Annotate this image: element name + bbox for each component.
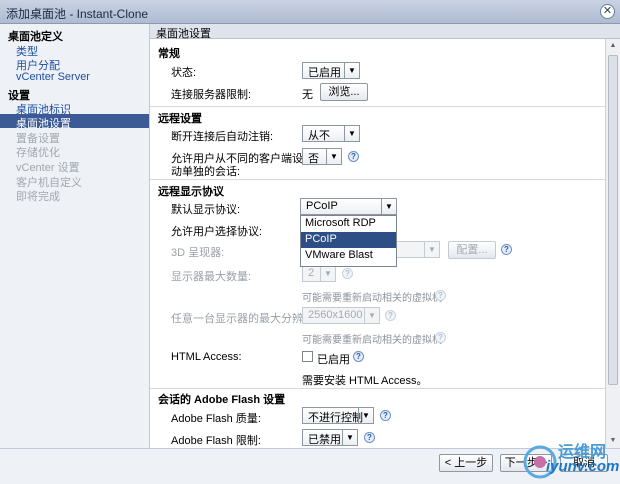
divider: [150, 388, 605, 389]
divider: [150, 106, 605, 107]
restart-note: 可能需要重新启动相关的虚拟机: [302, 293, 442, 304]
flash-quality-label: Adobe Flash 质量:: [171, 413, 261, 425]
protocol-option-rdp[interactable]: Microsoft RDP: [301, 216, 396, 232]
configure-button: 配置...: [448, 241, 496, 259]
chevron-down-icon: ▼: [381, 199, 396, 214]
chevron-down-icon: ▼: [344, 126, 359, 141]
scroll-up-icon[interactable]: ▲: [606, 39, 620, 53]
section-general: 常规: [158, 48, 180, 60]
state-label: 状态:: [171, 67, 197, 79]
close-icon[interactable]: ✕: [600, 4, 615, 19]
flash-throttle-label: Adobe Flash 限制:: [171, 435, 261, 447]
html-access-label: HTML Access:: [171, 351, 242, 363]
settings-pane: 桌面池设置 常规 状态: 已启用 ▼ 连接服务器限制: 无 浏览... 远程设置…: [150, 24, 620, 448]
max-monitors-dropdown: 2 ▼: [302, 265, 336, 282]
section-remote-settings: 远程设置: [158, 113, 202, 125]
help-icon[interactable]: ?: [364, 432, 375, 443]
help-icon: ?: [342, 268, 353, 279]
multi-session-label-line2: 动单独的会话:: [171, 166, 241, 178]
chevron-down-icon: ▼: [424, 242, 439, 257]
chevron-down-icon: ▼: [320, 266, 335, 281]
nav-item-storage-optimization: 存储优化: [16, 147, 60, 159]
flash-throttle-value: 已禁用: [308, 434, 341, 446]
allow-protocol-choice-label: 允许用户选择协议:: [171, 226, 263, 238]
default-protocol-label: 默认显示协议:: [171, 204, 241, 216]
back-button[interactable]: < 上一步: [439, 454, 493, 472]
wizard-nav: 桌面池定义 类型 用户分配 vCenter Server 设置 桌面池标识 桌面…: [0, 24, 150, 448]
renderer-label: 3D 呈现器:: [171, 247, 225, 259]
nav-item-ready-to-complete: 即将完成: [16, 191, 60, 203]
max-resolution-value: 2560x1600: [308, 309, 363, 321]
flash-quality-dropdown[interactable]: 不进行控制 ▼: [302, 407, 374, 424]
html-access-checkbox[interactable]: [302, 351, 313, 362]
help-icon: ?: [435, 332, 446, 343]
watermark-site: iyunv.com: [546, 458, 620, 475]
chevron-down-icon: ▼: [326, 149, 341, 164]
browse-button[interactable]: 浏览...: [320, 83, 368, 101]
html-access-checkbox-label: 已启用: [317, 354, 350, 366]
protocol-option-pcoip[interactable]: PCoIP: [301, 232, 396, 248]
restart-note: 可能需要重新启动相关的虚拟机: [302, 335, 442, 346]
pane-title: 桌面池设置: [150, 24, 620, 40]
auto-logoff-dropdown[interactable]: 从不 ▼: [302, 125, 360, 142]
nav-item-pool-settings[interactable]: 桌面池设置: [16, 115, 71, 131]
help-icon[interactable]: ?: [353, 351, 364, 362]
chevron-down-icon: ▼: [342, 430, 357, 445]
flash-quality-value: 不进行控制: [308, 412, 363, 424]
help-icon: ?: [385, 310, 396, 321]
nav-group-pool-definition: 桌面池定义: [8, 31, 63, 43]
window-title: 添加桌面池 - Instant-Clone: [6, 7, 149, 21]
max-resolution-dropdown: 2560x1600 ▼: [302, 307, 380, 324]
help-icon[interactable]: ?: [380, 410, 391, 421]
nav-item-vcenter-settings: vCenter 设置: [16, 162, 80, 174]
html-access-note: 需要安装 HTML Access。: [302, 375, 428, 387]
nav-item-vcenter-server[interactable]: vCenter Server: [16, 71, 90, 83]
flash-throttle-dropdown[interactable]: 已禁用 ▼: [302, 429, 358, 446]
renderer-dropdown: ▼: [396, 241, 440, 258]
state-dropdown[interactable]: 已启用 ▼: [302, 62, 360, 79]
chevron-down-icon: ▼: [344, 63, 359, 78]
help-icon: ?: [435, 290, 446, 301]
max-monitors-label: 显示器最大数量:: [171, 271, 252, 283]
max-resolution-label: 任意一台显示器的最大分辨率:: [171, 313, 318, 325]
divider: [150, 179, 605, 180]
state-value: 已启用: [308, 67, 341, 79]
protocol-dropdown-list: Microsoft RDP PCoIP VMware Blast: [300, 215, 397, 267]
section-display-protocol: 远程显示协议: [158, 186, 224, 198]
chevron-down-icon: ▼: [358, 408, 373, 423]
multi-session-value: 否: [308, 153, 319, 165]
auto-logoff-value: 从不: [308, 130, 330, 142]
max-monitors-value: 2: [308, 267, 315, 279]
conn-server-limit-label: 连接服务器限制:: [171, 89, 252, 101]
chevron-down-icon: ▼: [364, 308, 379, 323]
site-watermark: 运维网 iyunv.com: [520, 436, 620, 484]
help-icon[interactable]: ?: [348, 151, 359, 162]
help-icon[interactable]: ?: [501, 244, 512, 255]
scroll-thumb[interactable]: [608, 55, 618, 385]
vertical-scrollbar[interactable]: ▲ ▼: [605, 39, 620, 448]
section-flash-settings: 会话的 Adobe Flash 设置: [158, 394, 286, 406]
auto-logoff-label: 断开连接后自动注销:: [171, 131, 274, 143]
conn-server-limit-value: 无: [302, 89, 313, 101]
default-protocol-value: PCoIP: [306, 200, 338, 212]
protocol-option-blast[interactable]: VMware Blast: [301, 248, 396, 264]
default-protocol-dropdown[interactable]: PCoIP ▼: [300, 198, 397, 215]
multi-session-dropdown[interactable]: 否 ▼: [302, 148, 342, 165]
window-titlebar: 添加桌面池 - Instant-Clone ✕: [0, 0, 620, 24]
